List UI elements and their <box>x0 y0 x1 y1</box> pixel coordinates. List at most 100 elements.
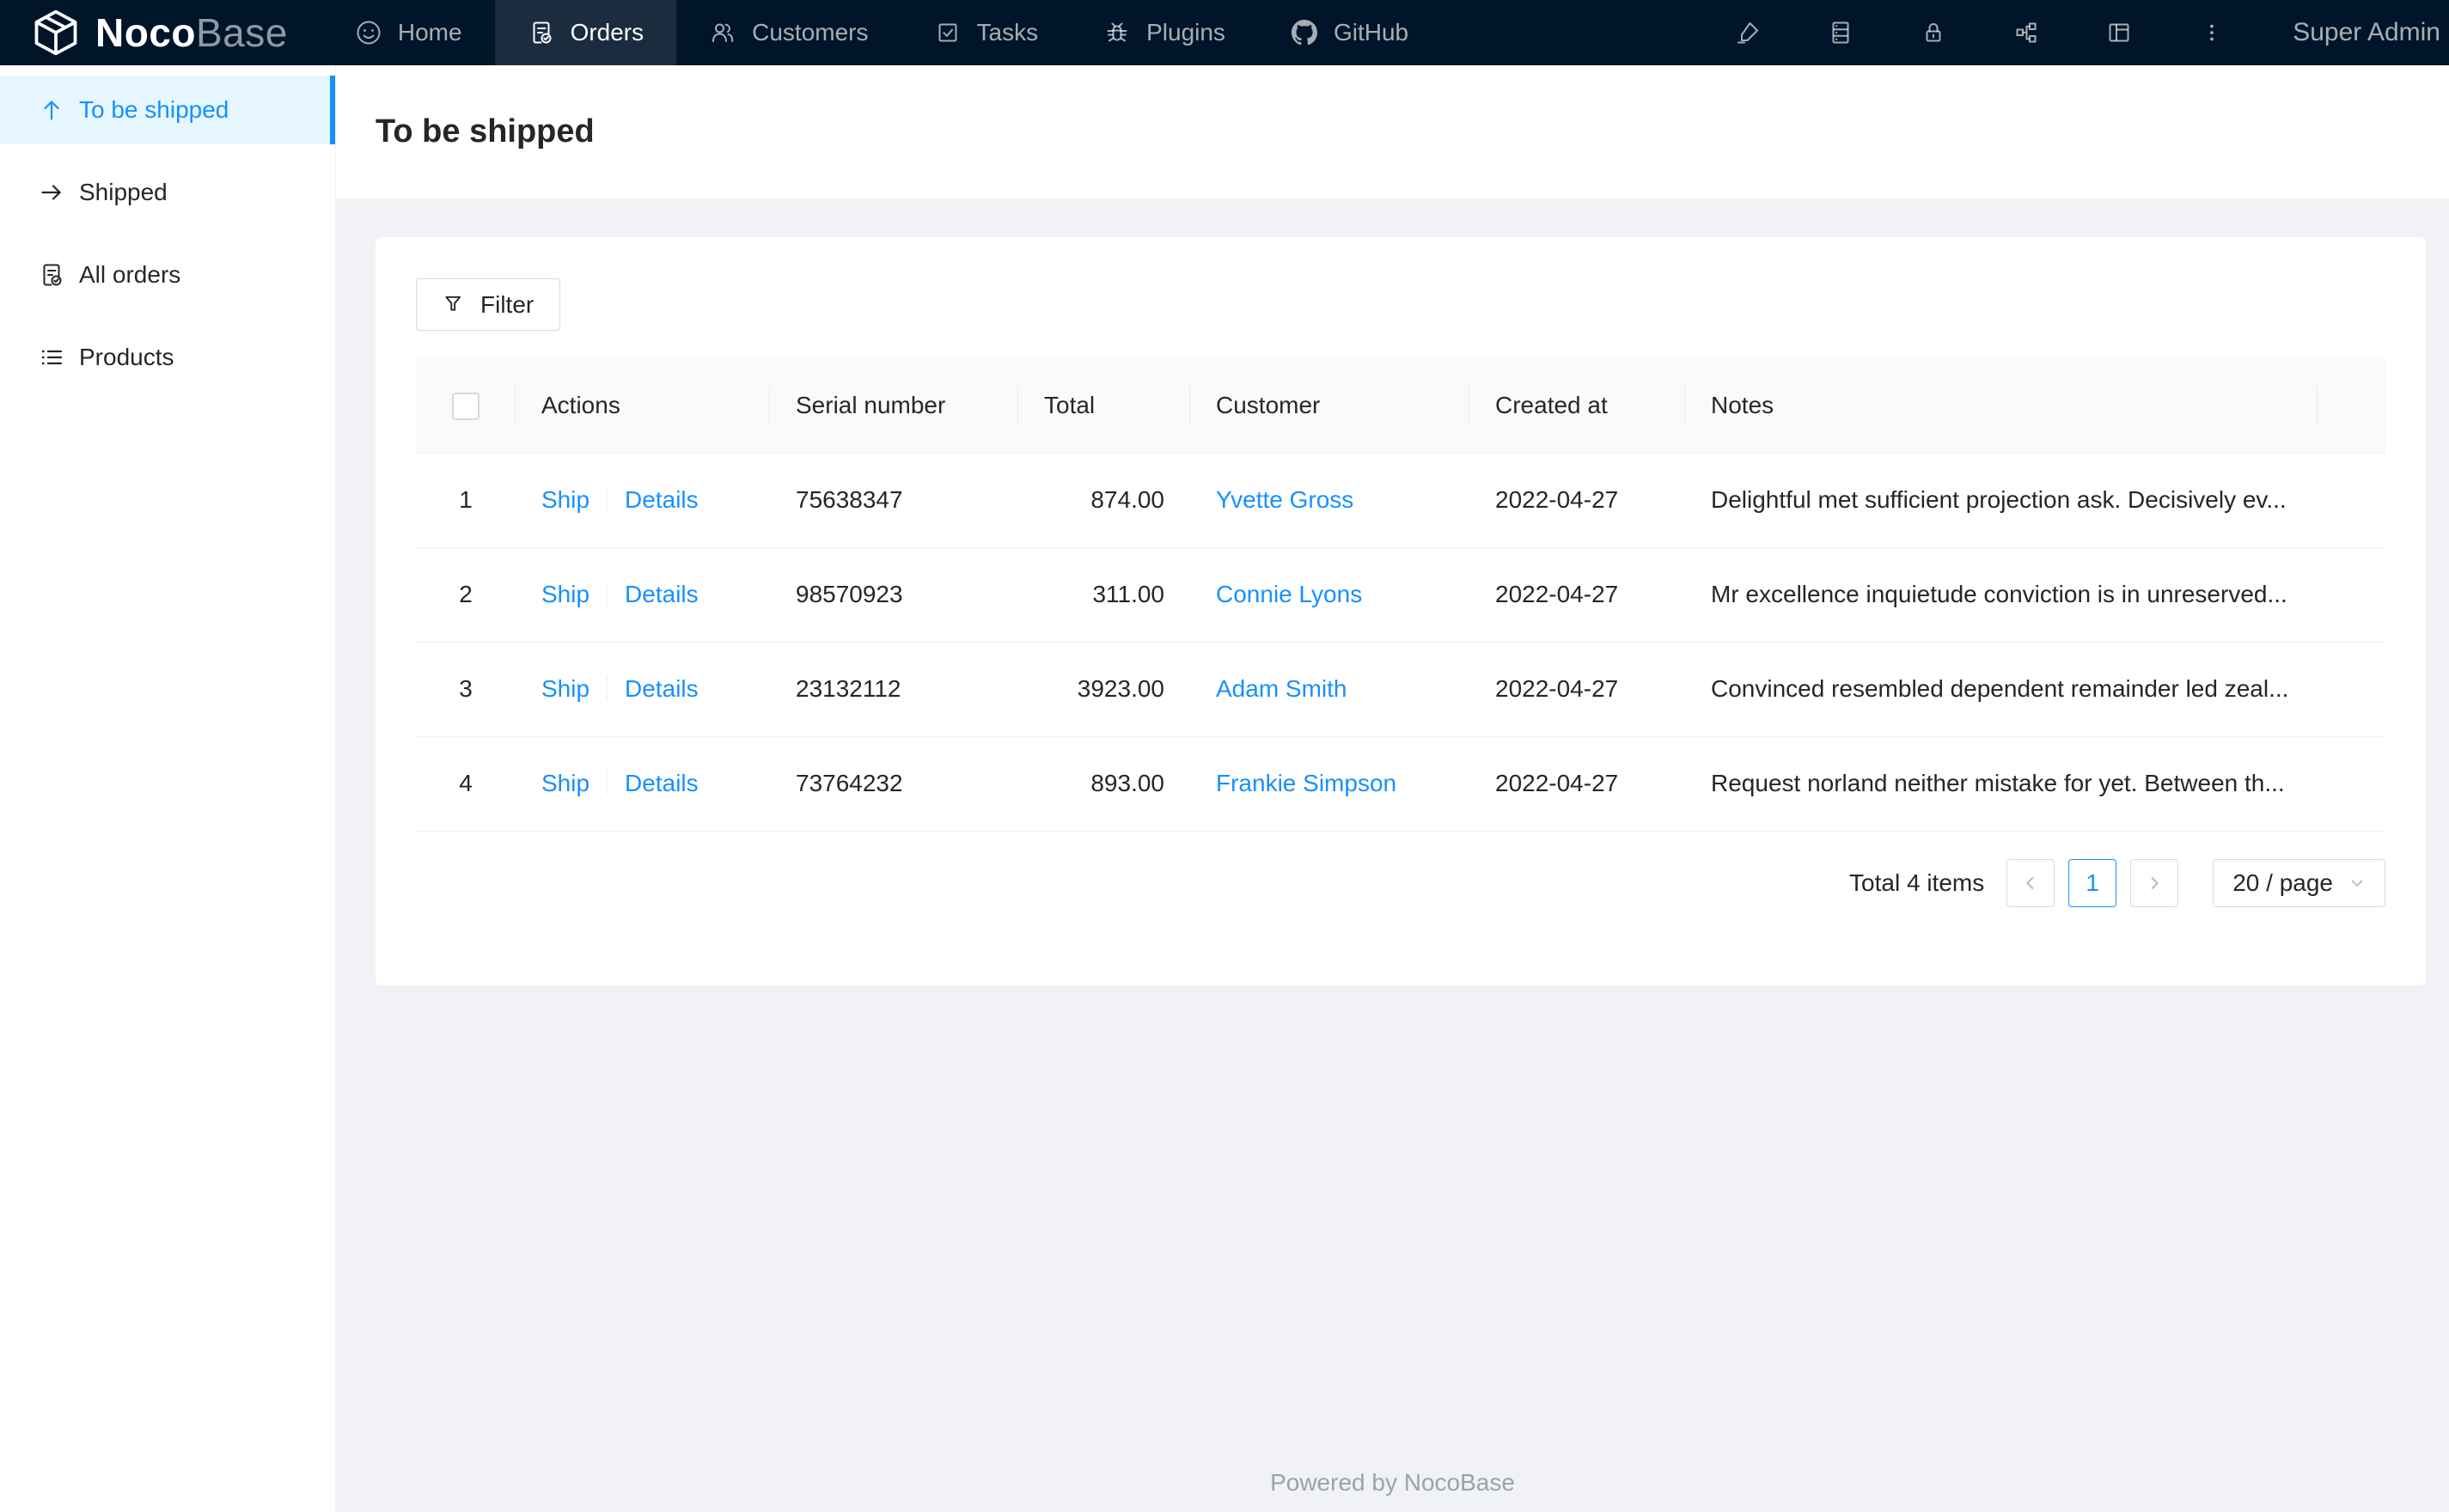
row-created-at: 2022-04-27 <box>1469 453 1685 548</box>
details-link[interactable]: Details <box>625 770 699 796</box>
collections-button[interactable] <box>1794 0 1887 65</box>
row-index: 3 <box>416 642 516 737</box>
row-notes: Convinced resembled dependent remainder … <box>1685 642 2318 737</box>
user-menu[interactable]: Super Admin <box>2293 18 2440 47</box>
arrow-up-icon <box>44 101 59 120</box>
app-window: NocoBase Home Orders Customers Tasks Plu… <box>0 0 2449 1512</box>
row-created-at: 2022-04-27 <box>1469 642 1685 737</box>
action-divider <box>607 771 608 795</box>
app-body: To be shipped Shipped All orders Product… <box>0 65 2449 1512</box>
nav-tab-plugins[interactable]: Plugins <box>1071 0 1258 65</box>
logo-text-base: Base <box>196 10 288 55</box>
row-customer: Yvette Gross <box>1190 453 1469 548</box>
nav-tabs: Home Orders Customers Tasks Plugins GitH… <box>322 0 1441 65</box>
nav-tab-label: Customers <box>752 19 869 46</box>
row-filler <box>2318 547 2385 643</box>
filter-icon <box>445 296 461 311</box>
nav-tab-tasks[interactable]: Tasks <box>901 0 1072 65</box>
sidebar: To be shipped Shipped All orders Product… <box>0 65 336 1512</box>
cube-logo-icon <box>34 9 77 56</box>
lock-icon <box>1926 23 1941 42</box>
ship-link[interactable]: Ship <box>541 675 589 702</box>
column-header-total: Total <box>1018 358 1190 454</box>
column-header-notes: Notes <box>1685 358 2318 454</box>
row-actions: Ship Details <box>516 642 770 737</box>
table-row: 2 Ship Details 98570923 311.00 Connie Lyo… <box>416 547 2385 643</box>
unordered-list-icon <box>41 350 63 365</box>
more-menu-button[interactable] <box>2165 0 2258 65</box>
smiley-icon <box>357 21 381 45</box>
orders-table: Actions Serial number Total Customer Cre… <box>416 358 2385 832</box>
filter-button-label: Filter <box>480 290 534 318</box>
details-link[interactable]: Details <box>625 675 699 702</box>
nav-tab-label: Plugins <box>1146 19 1225 46</box>
customer-link[interactable]: Frankie Simpson <box>1216 770 1396 796</box>
page-content: Filter Actions Serial number Total Custo… <box>336 198 2449 1512</box>
row-customer: Adam Smith <box>1190 642 1469 737</box>
table-row: 4 Ship Details 73764232 893.00 Frankie Si… <box>416 736 2385 832</box>
select-all-checkbox[interactable] <box>452 392 479 420</box>
chevron-down-icon <box>2351 880 2363 887</box>
ellipsis-vertical-icon <box>2210 24 2214 41</box>
page-size-value: 20 / page <box>2232 869 2333 896</box>
ship-link[interactable]: Ship <box>541 486 589 513</box>
details-link[interactable]: Details <box>625 486 699 513</box>
pagination-page-1[interactable]: 1 <box>2068 858 2117 907</box>
details-link[interactable]: Details <box>625 581 699 607</box>
nav-tab-label: Tasks <box>976 19 1039 46</box>
table-row: 3 Ship Details 23132112 3923.00 Adam Smit… <box>416 642 2385 737</box>
select-all-header-cell <box>416 358 516 454</box>
workflow-button[interactable] <box>1980 0 2073 65</box>
row-filler <box>2318 736 2385 832</box>
logo-text-noco: Noco <box>95 10 196 55</box>
customer-link[interactable]: Connie Lyons <box>1216 581 1362 607</box>
column-header-serial: Serial number <box>770 358 1018 454</box>
nocobase-logo: NocoBase <box>30 0 288 65</box>
nav-tab-label: Home <box>397 19 462 46</box>
row-serial: 98570923 <box>770 547 1018 643</box>
action-divider <box>607 676 608 700</box>
ship-link[interactable]: Ship <box>541 581 589 607</box>
sidebar-item-products[interactable]: Products <box>0 323 335 392</box>
ui-editor-button[interactable] <box>1701 0 1794 65</box>
check-square-icon <box>938 23 957 42</box>
github-icon <box>1291 20 1317 46</box>
file-done-icon <box>533 21 552 44</box>
nav-tab-github[interactable]: GitHub <box>1258 0 1441 65</box>
customer-link[interactable]: Adam Smith <box>1216 675 1347 702</box>
row-index: 1 <box>416 453 516 548</box>
pagination-next-button[interactable] <box>2130 858 2179 907</box>
filter-button[interactable]: Filter <box>416 278 561 331</box>
file-done-icon <box>43 264 62 286</box>
table-row: 1 Ship Details 75638347 874.00 Yvette Gro… <box>416 453 2385 548</box>
row-total: 3923.00 <box>1018 642 1190 737</box>
bug-icon <box>1107 22 1127 42</box>
row-customer: Frankie Simpson <box>1190 736 1469 832</box>
arrow-right-icon <box>41 185 61 200</box>
ship-link[interactable]: Ship <box>541 770 589 796</box>
pagination-prev-button[interactable] <box>2006 858 2055 907</box>
permissions-button[interactable] <box>1887 0 1980 65</box>
nav-tab-home[interactable]: Home <box>322 0 495 65</box>
sidebar-item-all-orders[interactable]: All orders <box>0 241 335 309</box>
nav-tab-orders[interactable]: Orders <box>494 0 677 65</box>
orders-card: Filter Actions Serial number Total Custo… <box>376 237 2426 985</box>
row-notes: Mr excellence inquietude conviction is i… <box>1685 547 2318 643</box>
sidebar-item-shipped[interactable]: Shipped <box>0 158 335 227</box>
nav-tab-label: Orders <box>570 19 644 46</box>
sidebar-item-to-be-shipped[interactable]: To be shipped <box>0 76 335 144</box>
column-header-customer: Customer <box>1190 358 1469 454</box>
layout-button[interactable] <box>2073 0 2165 65</box>
customer-link[interactable]: Yvette Gross <box>1216 486 1353 513</box>
row-created-at: 2022-04-27 <box>1469 736 1685 832</box>
sidebar-item-label: Shipped <box>79 179 168 205</box>
page-header: To be shipped <box>336 65 2449 198</box>
table-header-row: Actions Serial number Total Customer Cre… <box>416 358 2385 454</box>
row-filler <box>2318 453 2385 548</box>
page-size-select[interactable]: 20 / page <box>2213 858 2385 907</box>
nav-right-actions: Super Admin <box>1701 0 2449 65</box>
chevron-left-icon <box>2026 876 2034 889</box>
nav-tab-customers[interactable]: Customers <box>676 0 901 65</box>
row-created-at: 2022-04-27 <box>1469 547 1685 643</box>
row-serial: 75638347 <box>770 453 1018 548</box>
